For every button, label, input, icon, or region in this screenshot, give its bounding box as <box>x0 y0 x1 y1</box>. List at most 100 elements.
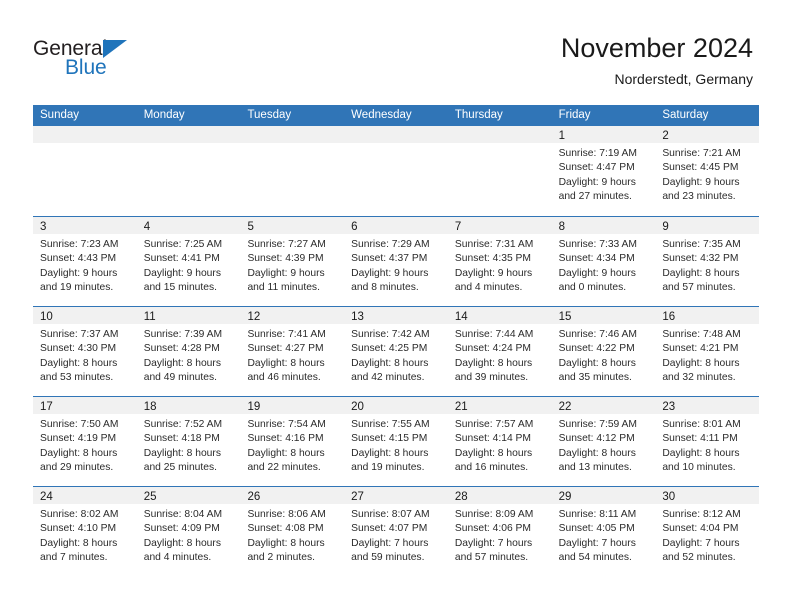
day-cell[interactable]: 27 Sunrise: 8:07 AM Sunset: 4:07 PM Dayligh… <box>344 487 448 576</box>
day-cell[interactable]: 13 Sunrise: 7:42 AM Sunset: 4:25 PM Dayligh… <box>344 307 448 396</box>
day-detail-line: Sunrise: 7:41 AM <box>247 329 326 340</box>
day-detail-line: Sunrise: 7:21 AM <box>662 148 741 159</box>
day-detail-line: and 59 minutes. <box>351 551 425 563</box>
day-cell[interactable]: 21 Sunrise: 7:57 AM Sunset: 4:14 PM Dayligh… <box>447 397 552 486</box>
day-detail-line: Sunset: 4:28 PM <box>143 343 220 355</box>
day-number-band: 17 <box>33 397 137 414</box>
day-detail-line: Sunset: 4:11 PM <box>662 433 738 445</box>
day-number: 2 <box>662 130 669 142</box>
day-number-band: 9 <box>655 217 760 234</box>
day-detail-line: Daylight: 9 hours <box>143 267 221 279</box>
day-detail-line: Sunset: 4:47 PM <box>558 162 635 174</box>
day-detail-line: Sunset: 4:37 PM <box>351 253 428 265</box>
day-detail-line: Sunset: 4:39 PM <box>247 253 324 265</box>
day-cell[interactable]: 22 Sunrise: 7:59 AM Sunset: 4:12 PM Dayligh… <box>551 397 656 486</box>
day-cell[interactable]: 7 Sunrise: 7:31 AM Sunset: 4:35 PM Daylight… <box>447 217 552 306</box>
day-detail-line: and 22 minutes. <box>247 461 321 473</box>
day-cell[interactable]: 24 Sunrise: 8:02 AM Sunset: 4:10 PM Dayligh… <box>33 487 137 576</box>
day-detail-line: Daylight: 8 hours <box>40 357 118 369</box>
day-cell[interactable]: 3 Sunrise: 7:23 AM Sunset: 4:43 PM Daylight… <box>33 217 137 306</box>
day-cell[interactable]: 28 Sunrise: 8:09 AM Sunset: 4:06 PM Dayligh… <box>447 487 552 576</box>
day-number-band: 10 <box>33 307 137 324</box>
day-number: 14 <box>454 311 468 323</box>
day-details: Sunrise: 7:27 AM Sunset: 4:39 PM Daylight:… <box>240 234 344 295</box>
day-detail-line: Sunrise: 7:37 AM <box>40 329 119 340</box>
day-cell[interactable]: 23 Sunrise: 8:01 AM Sunset: 4:11 PM Dayligh… <box>655 397 760 486</box>
day-detail-line: and 4 minutes. <box>454 281 523 293</box>
day-details: Sunrise: 7:31 AM Sunset: 4:35 PM Daylight:… <box>448 234 552 295</box>
day-cell[interactable]: 6 Sunrise: 7:29 AM Sunset: 4:37 PM Daylight… <box>344 217 448 306</box>
day-detail-line: Sunset: 4:25 PM <box>351 343 428 355</box>
day-cell[interactable]: 19 Sunrise: 7:54 AM Sunset: 4:16 PM Dayligh… <box>240 397 345 486</box>
day-details: Sunrise: 8:04 AM Sunset: 4:09 PM Daylight:… <box>137 504 241 565</box>
day-details: Sunrise: 7:57 AM Sunset: 4:14 PM Daylight:… <box>448 414 552 475</box>
day-cell-empty <box>447 126 552 216</box>
day-detail-line: Sunrise: 7:59 AM <box>558 419 638 430</box>
day-number-band: 24 <box>33 487 137 504</box>
day-number-band: 5 <box>240 217 345 234</box>
day-number: 4 <box>143 221 151 233</box>
day-number-band <box>33 126 137 143</box>
day-cell[interactable]: 20 Sunrise: 7:55 AM Sunset: 4:15 PM Dayligh… <box>344 397 448 486</box>
day-number: 27 <box>351 491 364 503</box>
day-cell[interactable]: 26 Sunrise: 8:06 AM Sunset: 4:08 PM Dayligh… <box>240 487 345 576</box>
day-detail-line: Sunrise: 7:44 AM <box>454 329 534 340</box>
day-number-band <box>344 126 448 143</box>
day-detail-line: and 53 minutes. <box>40 371 114 383</box>
day-cell[interactable]: 1 Sunrise: 7:19 AM Sunset: 4:47 PM Daylight… <box>551 126 656 216</box>
day-detail-line: Sunrise: 7:55 AM <box>351 419 430 430</box>
day-details: Sunrise: 7:54 AM Sunset: 4:16 PM Daylight:… <box>240 414 344 475</box>
day-detail-line: Sunrise: 8:04 AM <box>143 509 223 520</box>
day-detail-line: Sunset: 4:45 PM <box>662 162 739 174</box>
day-cell[interactable]: 8 Sunrise: 7:33 AM Sunset: 4:34 PM Daylight… <box>551 217 656 306</box>
day-cell[interactable]: 16 Sunrise: 7:48 AM Sunset: 4:21 PM Dayligh… <box>655 307 760 396</box>
day-cell[interactable]: 29 Sunrise: 8:11 AM Sunset: 4:05 PM Dayligh… <box>551 487 656 576</box>
day-detail-line: Daylight: 8 hours <box>454 357 533 369</box>
day-detail-line: Sunrise: 7:50 AM <box>40 419 119 430</box>
day-details: Sunrise: 8:11 AM Sunset: 4:05 PM Daylight:… <box>552 504 656 565</box>
day-number-band: 6 <box>344 217 448 234</box>
day-detail-line: Sunrise: 7:23 AM <box>40 239 119 250</box>
day-number: 18 <box>143 401 157 413</box>
day-detail-line: Daylight: 9 hours <box>40 267 118 279</box>
weekday-header-friday: Friday <box>558 109 591 121</box>
day-number: 29 <box>558 491 572 503</box>
day-detail-line: Daylight: 8 hours <box>143 447 221 459</box>
day-cell[interactable]: 15 Sunrise: 7:46 AM Sunset: 4:22 PM Dayligh… <box>551 307 656 396</box>
day-number-band: 8 <box>551 217 656 234</box>
day-cell[interactable]: 30 Sunrise: 8:12 AM Sunset: 4:04 PM Dayligh… <box>655 487 760 576</box>
day-details: Sunrise: 7:41 AM Sunset: 4:27 PM Daylight:… <box>240 324 344 385</box>
day-number: 6 <box>351 221 358 233</box>
day-detail-line: Sunset: 4:19 PM <box>40 433 117 445</box>
day-cell[interactable]: 4 Sunrise: 7:25 AM Sunset: 4:41 PM Daylight… <box>136 217 241 306</box>
day-number-band <box>240 126 345 143</box>
day-detail-line: Sunset: 4:12 PM <box>558 433 635 445</box>
day-cell[interactable]: 18 Sunrise: 7:52 AM Sunset: 4:18 PM Dayligh… <box>136 397 241 486</box>
day-number-band: 15 <box>551 307 656 324</box>
day-number-band: 14 <box>447 307 552 324</box>
day-number: 7 <box>454 221 462 233</box>
day-detail-line: Sunset: 4:08 PM <box>247 523 324 535</box>
day-cell[interactable]: 25 Sunrise: 8:04 AM Sunset: 4:09 PM Dayligh… <box>136 487 241 576</box>
day-cell[interactable]: 14 Sunrise: 7:44 AM Sunset: 4:24 PM Dayligh… <box>447 307 552 396</box>
day-detail-line: Sunset: 4:10 PM <box>40 523 117 535</box>
day-number: 30 <box>662 491 676 503</box>
day-detail-line: and 29 minutes. <box>40 461 114 473</box>
day-cell[interactable]: 10 Sunrise: 7:37 AM Sunset: 4:30 PM Dayligh… <box>33 307 137 396</box>
day-detail-line: Daylight: 9 hours <box>558 176 636 188</box>
day-details: Sunrise: 7:21 AM Sunset: 4:45 PM Daylight:… <box>655 143 759 204</box>
day-cell[interactable]: 5 Sunrise: 7:27 AM Sunset: 4:39 PM Daylight… <box>240 217 345 306</box>
day-number-band: 25 <box>136 487 241 504</box>
day-number-band: 30 <box>655 487 760 504</box>
day-cell[interactable]: 11 Sunrise: 7:39 AM Sunset: 4:28 PM Dayligh… <box>136 307 241 396</box>
day-cell[interactable]: 17 Sunrise: 7:50 AM Sunset: 4:19 PM Dayligh… <box>33 397 137 486</box>
brand-logo[interactable]: General Blue <box>33 38 193 88</box>
calendar-page: General Blue November 2024 Norderstedt, … <box>0 0 792 612</box>
calendar-week-row: 1 Sunrise: 7:19 AM Sunset: 4:47 PM Daylight… <box>33 126 760 216</box>
day-cell[interactable]: 2 Sunrise: 7:21 AM Sunset: 4:45 PM Daylight… <box>655 126 760 216</box>
day-cell[interactable]: 12 Sunrise: 7:41 AM Sunset: 4:27 PM Dayligh… <box>240 307 345 396</box>
day-cell[interactable]: 9 Sunrise: 7:35 AM Sunset: 4:32 PM Daylight… <box>655 217 760 306</box>
day-number-band: 1 <box>551 126 656 143</box>
brand-name-blue: Blue <box>65 56 107 79</box>
day-detail-line: Daylight: 9 hours <box>351 267 429 279</box>
